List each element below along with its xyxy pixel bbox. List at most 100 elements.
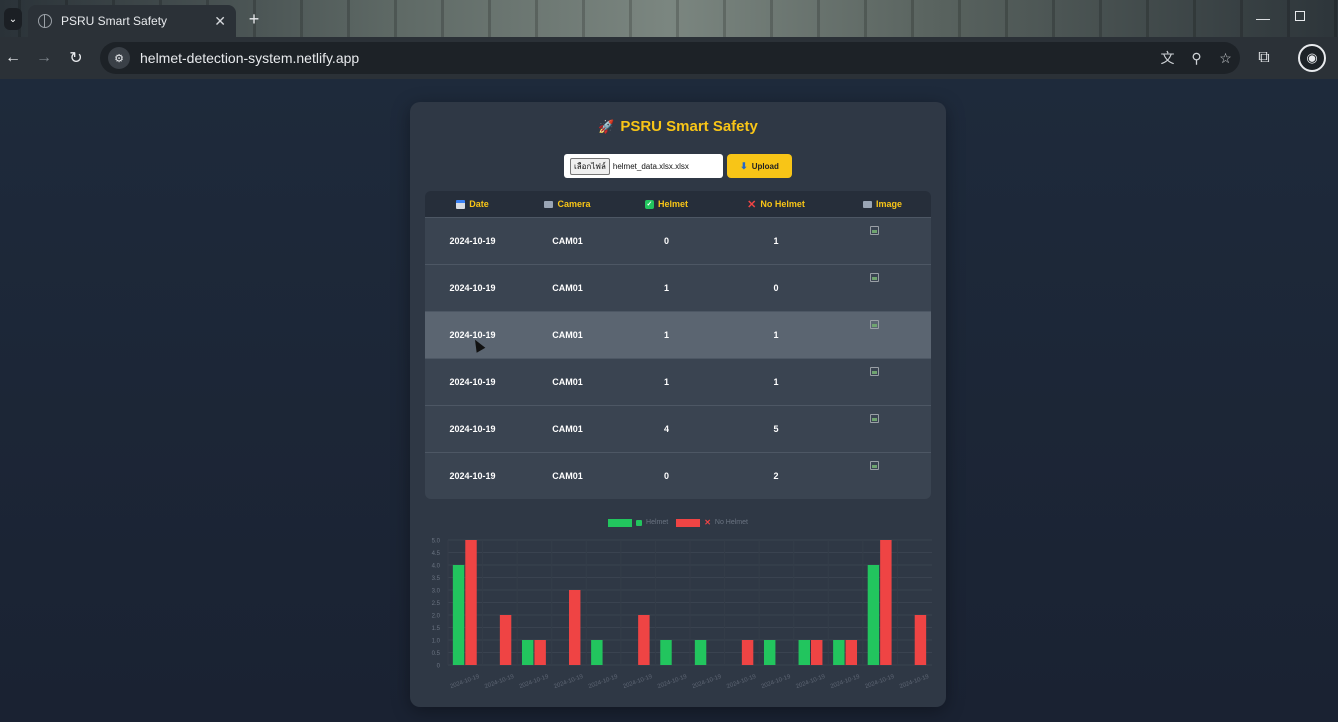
bar-helmet	[694, 640, 707, 665]
download-arrow-icon: ⬇	[740, 160, 748, 171]
header-image-label: Image	[875, 199, 902, 209]
bar-no-helmet	[914, 615, 927, 665]
y-tick-label: 2.0	[432, 614, 441, 620]
cell-date: 2024-10-19	[449, 471, 496, 481]
tab-search-button[interactable]: ⌄	[4, 8, 22, 30]
globe-icon	[38, 14, 52, 28]
table-row[interactable]: 2024-10-19 CAM01 1 1	[425, 311, 931, 358]
cell-camera: CAM01	[552, 424, 583, 434]
x-tick-label: 2024-10-19	[691, 674, 723, 690]
upload-label: Upload	[751, 161, 779, 171]
image-icon	[862, 200, 872, 208]
page-background: 🚀 PSRU Smart Safety เลือกไฟล์ helmet_data…	[0, 79, 1338, 722]
bar-helmet	[867, 565, 880, 665]
x-tick-label: 2024-10-19	[899, 674, 931, 690]
broken-image-icon[interactable]	[870, 273, 879, 282]
y-tick-label: 3.0	[432, 589, 441, 595]
y-tick-label: 0.5	[432, 651, 441, 657]
x-tick-label: 2024-10-19	[726, 674, 758, 690]
header-image: Image	[834, 199, 931, 209]
x-tick-label: 2024-10-19	[622, 674, 654, 690]
broken-image-icon[interactable]	[870, 414, 879, 423]
bar-helmet	[591, 640, 603, 665]
upload-row: เลือกไฟล์ helmet_data.xlsx.xlsx ⬇ Upload	[564, 154, 792, 178]
header-helmet: ✓ Helmet	[615, 199, 718, 209]
address-bar[interactable]: ⚙ helmet-detection-system.netlify.app 文 …	[100, 42, 1240, 74]
y-tick-label: 1.5	[432, 626, 441, 632]
x-tick-label: 2024-10-19	[588, 674, 620, 690]
file-name: helmet_data.xlsx.xlsx	[612, 161, 689, 171]
y-tick-label: 2.5	[432, 601, 441, 607]
broken-image-icon[interactable]	[870, 226, 879, 235]
bar-no-helmet	[499, 615, 512, 665]
y-tick-label: 1.0	[432, 639, 441, 645]
bar-no-helmet	[465, 540, 477, 665]
cell-camera: CAM01	[552, 236, 583, 246]
cell-no-helmet: 1	[773, 377, 779, 387]
x-tick-label: 2024-10-19	[830, 674, 862, 690]
bar-no-helmet	[811, 640, 823, 665]
cell-helmet: 1	[663, 330, 669, 340]
x-tick-label: 2024-10-19	[795, 674, 827, 690]
header-no-helmet: ✕ No Helmet	[718, 198, 834, 211]
bar-helmet	[452, 565, 465, 665]
table-row[interactable]: 2024-10-19 CAM01 1 1	[425, 358, 931, 405]
cell-no-helmet: 5	[773, 424, 779, 434]
broken-image-icon[interactable]	[870, 320, 879, 329]
rocket-icon: 🚀	[598, 119, 615, 134]
cell-helmet: 1	[663, 377, 669, 387]
cell-date: 2024-10-19	[449, 377, 496, 387]
cell-date: 2024-10-19	[449, 283, 496, 293]
restore-window-button[interactable]	[1295, 11, 1305, 21]
header-helmet-label: Helmet	[657, 199, 688, 209]
x-tick-label: 2024-10-19	[864, 674, 896, 690]
zoom-icon[interactable]: ⚲	[1182, 50, 1211, 67]
browser-tab[interactable]: PSRU Smart Safety ✕	[28, 5, 236, 37]
translate-icon[interactable]: 文	[1153, 48, 1182, 68]
file-input[interactable]: เลือกไฟล์ helmet_data.xlsx.xlsx	[564, 154, 723, 178]
header-camera: Camera	[520, 199, 615, 209]
table-row[interactable]: 2024-10-19 CAM01 1 0	[425, 264, 931, 311]
site-settings-icon[interactable]: ⚙	[108, 47, 130, 69]
bar-no-helmet	[880, 540, 892, 665]
detections-table: Date Camera ✓ Helmet ✕ No Helmet Image 202…	[425, 191, 931, 499]
cell-camera: CAM01	[552, 377, 583, 387]
upload-button[interactable]: ⬇ Upload	[727, 154, 792, 178]
profile-avatar-icon[interactable]: ◉	[1298, 44, 1326, 72]
minimize-window-button[interactable]: —	[1256, 10, 1270, 26]
url-text[interactable]: helmet-detection-system.netlify.app	[140, 50, 359, 66]
bookmark-star-icon[interactable]: ☆	[1211, 50, 1240, 67]
cell-no-helmet: 1	[773, 330, 779, 340]
helmet-bar-chart: Helmet ✕ No Helmet 0 0.5 1.0 1.5 2.0 2.5 3.0 3.…	[420, 510, 936, 698]
forward-arrow-icon[interactable]: →	[35, 37, 53, 79]
table-body: 2024-10-19 CAM01 0 1 2024-10-19 CAM01 1 …	[425, 217, 931, 499]
choose-file-button[interactable]: เลือกไฟล์	[570, 157, 610, 175]
bar-helmet	[798, 640, 810, 665]
broken-image-icon[interactable]	[870, 367, 879, 376]
chevron-down-icon: ⌄	[8, 13, 18, 25]
table-row[interactable]: 2024-10-19 CAM01 4 5	[425, 405, 931, 452]
table-row[interactable]: 2024-10-19 CAM01 0 2	[425, 452, 931, 499]
new-tab-button[interactable]: +	[244, 9, 264, 29]
back-arrow-icon[interactable]: ←	[4, 37, 22, 79]
x-tick-label: 2024-10-19	[657, 674, 689, 690]
cell-no-helmet: 0	[773, 283, 779, 293]
cell-helmet: 0	[663, 471, 669, 481]
x-tick-label: 2024-10-19	[519, 674, 551, 690]
extensions-icon[interactable]: ⧉	[1254, 37, 1274, 79]
y-tick-label: 0	[437, 664, 441, 670]
broken-image-icon[interactable]	[870, 461, 879, 470]
cell-helmet: 1	[663, 283, 669, 293]
cell-helmet: 4	[663, 424, 669, 434]
y-tick-label: 5.0	[432, 539, 441, 545]
table-row[interactable]: 2024-10-19 CAM01 0 1	[425, 217, 931, 264]
cell-camera: CAM01	[552, 471, 583, 481]
reload-icon[interactable]: ↻	[67, 37, 85, 79]
close-tab-icon[interactable]: ✕	[214, 13, 226, 30]
bar-no-helmet	[534, 640, 546, 665]
cell-no-helmet: 2	[773, 471, 779, 481]
header-date-label: Date	[469, 199, 489, 209]
bar-no-helmet	[638, 615, 650, 665]
bar-no-helmet	[741, 640, 754, 665]
browser-toolbar: ← → ↻ ⚙ helmet-detection-system.netlify.…	[0, 37, 1338, 79]
